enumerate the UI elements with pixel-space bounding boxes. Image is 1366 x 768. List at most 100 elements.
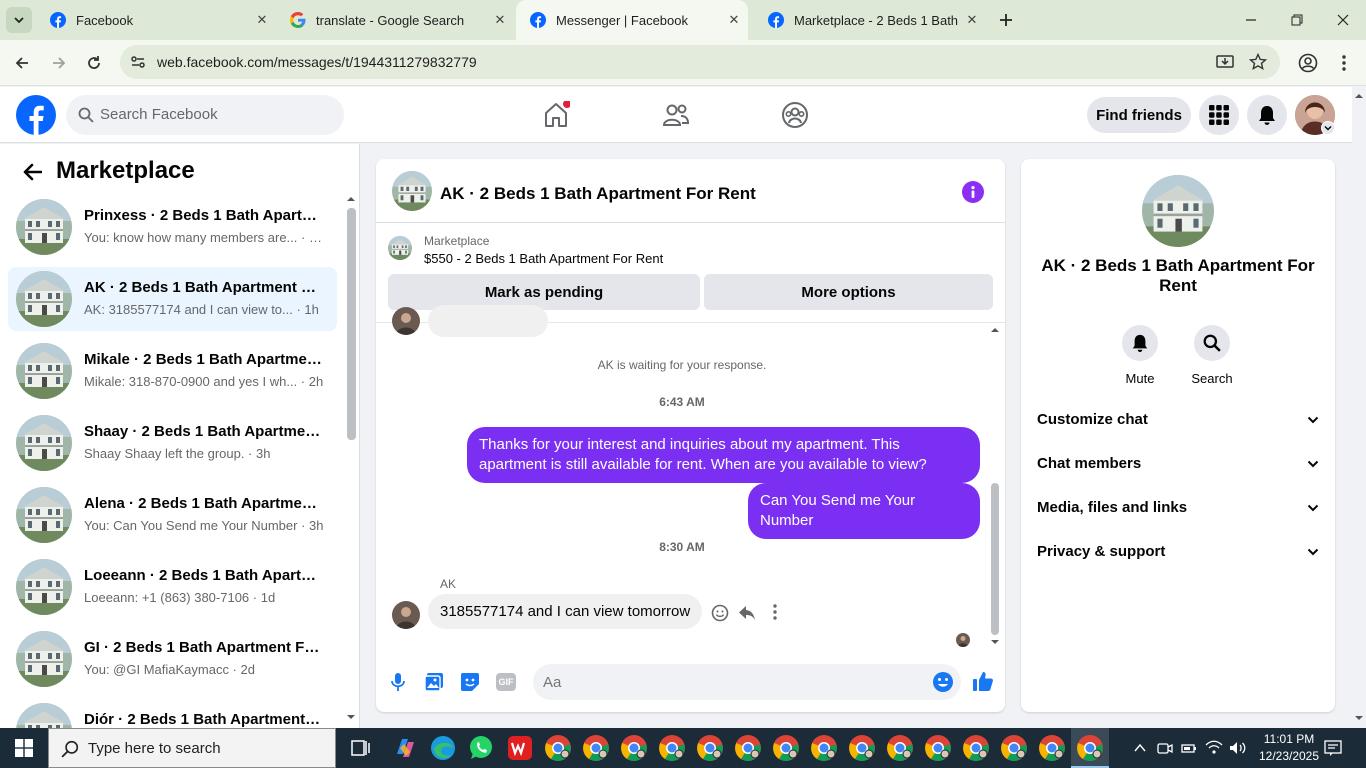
notification-center-icon[interactable] (1324, 739, 1342, 757)
forward-button[interactable] (46, 50, 72, 76)
page-scroll-down[interactable] (1352, 712, 1366, 724)
privacy-support-section[interactable]: Privacy & support (1037, 543, 1319, 567)
customize-chat-section[interactable]: Customize chat (1037, 411, 1319, 435)
facebook-search-input[interactable]: Search Facebook (66, 95, 344, 135)
chrome-profile-11-icon[interactable] (924, 734, 952, 762)
home-icon[interactable] (542, 101, 570, 129)
thread-scroll-up[interactable] (989, 325, 1001, 335)
back-button[interactable] (18, 158, 46, 186)
thread-scroll-down[interactable] (989, 637, 1001, 647)
wifi-icon[interactable] (1205, 740, 1223, 756)
browser-tab-marketplace[interactable]: Marketplace - 2 Beds 1 Bath Ap ✕ (754, 0, 986, 40)
volume-icon[interactable] (1229, 740, 1247, 756)
react-emoji-icon[interactable] (711, 604, 729, 622)
tab-search-button[interactable] (6, 7, 32, 33)
browser-menu-button[interactable] (1331, 50, 1357, 76)
copilot-icon[interactable] (391, 734, 419, 762)
battery-icon[interactable] (1181, 740, 1197, 756)
groups-icon[interactable] (781, 101, 809, 129)
photo-icon[interactable] (424, 672, 444, 692)
chrome-profile-9-icon[interactable] (848, 734, 876, 762)
address-bar[interactable]: web.facebook.com/messages/t/194431127983… (120, 45, 1280, 79)
media-files-links-section[interactable]: Media, files and links (1037, 499, 1319, 523)
edge-icon[interactable] (429, 734, 457, 762)
restore-button[interactable] (1274, 0, 1320, 40)
chat-list-scrollbar[interactable] (347, 208, 356, 440)
chrome-profile-5-icon[interactable] (696, 734, 724, 762)
outgoing-message[interactable]: Can You Send me Your Number (748, 483, 980, 539)
reload-button[interactable] (81, 50, 107, 76)
chat-list-item[interactable]: GI · 2 Beds 1 Bath Apartment Fo... You: … (8, 627, 337, 691)
chat-list-item[interactable]: Shaay · 2 Beds 1 Bath Apartment... Shaay… (8, 411, 337, 475)
incoming-message[interactable]: 3185577174 and I can view tomorrow (428, 594, 703, 629)
listing-title[interactable]: $550 - 2 Beds 1 Bath Apartment For Rent (424, 251, 663, 266)
thread-scrollbar[interactable] (991, 483, 999, 635)
message-input[interactable] (533, 664, 961, 700)
reply-icon[interactable] (738, 604, 756, 622)
wps-office-icon[interactable] (506, 734, 534, 762)
microphone-icon[interactable] (390, 672, 406, 692)
outgoing-message[interactable]: Thanks for your interest and inquiries a… (467, 427, 980, 483)
chrome-profile-6-icon[interactable] (734, 734, 762, 762)
message-more-icon[interactable] (773, 604, 777, 620)
search-in-chat-button[interactable]: Search (1182, 325, 1242, 386)
chrome-profile-10-icon[interactable] (886, 734, 914, 762)
notifications-button[interactable] (1247, 95, 1287, 135)
emoji-icon[interactable] (932, 671, 954, 693)
close-tab-icon[interactable]: ✕ (720, 12, 748, 28)
chat-list-scroll-down[interactable] (345, 712, 357, 722)
details-avatar[interactable] (1142, 175, 1214, 247)
mark-as-pending-button[interactable]: Mark as pending (388, 274, 700, 310)
chrome-profile-8-icon[interactable] (810, 734, 838, 762)
chat-list-item[interactable]: Mikale · 2 Beds 1 Bath Apartmen... Mikal… (8, 339, 337, 403)
site-settings-icon[interactable] (130, 54, 146, 70)
sender-avatar[interactable] (392, 601, 420, 629)
browser-tab-facebook[interactable]: Facebook ✕ (36, 0, 276, 40)
thumbs-up-icon[interactable] (972, 670, 994, 692)
show-hidden-icons-icon[interactable] (1133, 741, 1147, 755)
find-friends-button[interactable]: Find friends (1087, 97, 1191, 133)
meet-now-icon[interactable] (1157, 740, 1173, 756)
chat-members-section[interactable]: Chat members (1037, 455, 1319, 479)
menu-button[interactable] (1199, 95, 1239, 135)
task-view-icon[interactable] (346, 734, 374, 762)
chat-list-item[interactable]: Alena · 2 Beds 1 Bath Apartment... You: … (8, 483, 337, 547)
mute-button[interactable]: Mute (1110, 325, 1170, 386)
chat-list-item-active[interactable]: AK · 2 Beds 1 Bath Apartment Fo... AK: 3… (8, 267, 337, 331)
chrome-profile-3-icon[interactable] (620, 734, 648, 762)
more-options-button[interactable]: More options (704, 274, 993, 310)
facebook-logo-icon[interactable] (16, 95, 56, 135)
chrome-profile-1-icon[interactable] (544, 734, 572, 762)
friends-icon[interactable] (662, 101, 690, 129)
back-button[interactable] (9, 50, 35, 76)
url-text[interactable]: web.facebook.com/messages/t/194431127983… (157, 54, 477, 70)
start-button[interactable] (0, 728, 48, 768)
chrome-profile-12-icon[interactable] (962, 734, 990, 762)
taskbar-search-box[interactable]: Type here to search (48, 728, 336, 768)
star-icon[interactable] (1249, 53, 1267, 71)
chat-list-item[interactable]: Diór · 2 Beds 1 Bath Apartment F... (8, 699, 337, 728)
previous-message-bubble[interactable] (428, 305, 548, 337)
chrome-profile-7-icon[interactable] (772, 734, 800, 762)
gif-icon[interactable]: GIF (496, 673, 516, 691)
browser-tab-messenger[interactable]: Messenger | Facebook ✕ (516, 0, 748, 40)
browser-tab-google[interactable]: translate - Google Search ✕ (276, 0, 514, 40)
page-scroll-up[interactable] (1352, 90, 1366, 102)
profile-button[interactable] (1295, 50, 1321, 76)
close-tab-icon[interactable]: ✕ (486, 12, 514, 28)
chrome-profile-2-icon[interactable] (582, 734, 610, 762)
listing-thumbnail[interactable] (388, 236, 412, 260)
new-tab-button[interactable] (994, 8, 1018, 32)
close-window-button[interactable] (1320, 0, 1366, 40)
sticker-icon[interactable] (460, 672, 480, 692)
conversation-avatar[interactable] (392, 171, 432, 211)
chat-list-item[interactable]: Prinxess · 2 Beds 1 Bath Apartm... You: … (8, 195, 337, 259)
chrome-profile-13-icon[interactable] (1000, 734, 1028, 762)
chrome-profile-4-icon[interactable] (658, 734, 686, 762)
close-tab-icon[interactable]: ✕ (248, 12, 276, 28)
chat-list-scroll-up[interactable] (345, 194, 357, 204)
close-tab-icon[interactable]: ✕ (958, 12, 986, 28)
conversation-info-button[interactable] (962, 181, 984, 203)
account-menu-chevron[interactable] (1321, 121, 1335, 135)
minimize-button[interactable] (1228, 0, 1274, 40)
